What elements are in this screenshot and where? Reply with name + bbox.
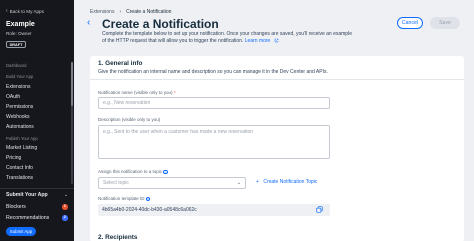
sidebar-item-translations[interactable]: Translations [6, 175, 33, 181]
submit-your-app-toggle[interactable]: Submit Your App [6, 192, 48, 198]
blockers-count-badge: 1 [62, 204, 68, 210]
recommendations-item[interactable]: Recommendations [6, 215, 49, 221]
copy-icon[interactable] [316, 206, 323, 213]
save-button[interactable]: Save [430, 17, 460, 29]
breadcrumb-extensions[interactable]: Extensions [90, 9, 114, 15]
section-title: 1. General info [98, 60, 143, 67]
plus-icon: + [256, 179, 259, 185]
notification-name-label-text: Notification name (visible only to you) [98, 90, 173, 95]
sidebar-item-webhooks[interactable]: Webhooks [6, 114, 30, 120]
info-icon[interactable]: i [163, 169, 168, 174]
sidebar-item-permissions[interactable]: Permissions [6, 104, 33, 110]
breadcrumb-separator: › [119, 9, 122, 15]
app-name: Example [6, 21, 35, 28]
section-subtitle: Give the notification an internal name a… [98, 69, 328, 75]
info-icon[interactable]: i [145, 196, 151, 201]
external-link-icon[interactable] [274, 38, 279, 43]
description-text: Complete the template below to set up yo… [102, 31, 352, 44]
sidebar-section-publish: Publish Your App [6, 136, 38, 141]
back-label: Back to My Apps [9, 8, 44, 14]
create-topic-link[interactable]: + Create Notification Topic [256, 179, 317, 185]
user-role: Role: Owner [6, 31, 32, 36]
page-description: Complete the template below to set up yo… [102, 31, 354, 44]
submit-app-button[interactable]: Submit App [6, 227, 36, 236]
blockers-item[interactable]: Blockers [6, 204, 26, 210]
cancel-button[interactable]: Cancel [397, 17, 423, 29]
breadcrumb: Extensions › Create a Notification [90, 9, 171, 15]
sidebar: ‹ Back to My Apps Example Role: Owner DR… [0, 0, 74, 241]
topic-label: Assign this notification to a topic i [98, 169, 168, 174]
recommendations-count-badge: 2 [62, 215, 68, 221]
sidebar-scroll-thumb[interactable] [71, 62, 73, 106]
topic-label-text: Assign this notification to a topic [98, 169, 163, 174]
section-divider [90, 79, 464, 80]
status-badge: DRAFT [6, 41, 26, 48]
sidebar-item-contact-info[interactable]: Contact Info [6, 165, 33, 171]
learn-more-link[interactable]: Learn more [245, 38, 271, 44]
sidebar-item-oauth[interactable]: OAuth [6, 94, 20, 100]
sidebar-item-dashboard[interactable]: Dashboard [6, 63, 27, 68]
recipients-card [90, 230, 464, 241]
sidebar-divider [0, 188, 74, 189]
breadcrumb-current: Create a Notification [126, 9, 172, 15]
sidebar-item-extensions[interactable]: Extensions [6, 84, 30, 90]
back-arrow-icon[interactable]: ‹ [87, 17, 90, 28]
topic-select[interactable]: Select topic ⌄ [98, 177, 246, 189]
template-id-label-text: Notification template ID [98, 196, 145, 201]
topic-select-value: Select topic [103, 180, 129, 186]
chevron-down-icon[interactable]: ⌄ [64, 192, 68, 198]
required-marker: * [173, 90, 176, 95]
sidebar-item-automations[interactable]: Automations [6, 124, 34, 130]
description-label: Description (visible only to you) [98, 117, 161, 122]
back-to-apps-link[interactable]: ‹ Back to My Apps [6, 8, 44, 14]
description-textarea[interactable]: e.g., Sent to the user when a customer h… [98, 125, 330, 159]
template-id-label: Notification template ID i [98, 196, 151, 201]
template-id-field: 4b65a4b0-2024-40dc-b430-a0548c6a062c [98, 204, 330, 216]
sidebar-item-market-listing[interactable]: Market Listing [6, 145, 37, 151]
chevron-down-icon: ⌄ [236, 180, 241, 186]
notification-name-label: Notification name (visible only to you) … [98, 90, 176, 95]
chevron-left-icon: ‹ [6, 8, 8, 14]
sidebar-item-pricing[interactable]: Pricing [6, 155, 21, 161]
page-title: Create a Notification [102, 17, 219, 31]
sidebar-section-build: Build Your App [6, 74, 34, 79]
recipients-section-title: 2. Recipients [98, 234, 138, 241]
notification-name-input[interactable]: e.g., New reservation [98, 97, 330, 109]
create-topic-label: Create Notification Topic [263, 179, 318, 185]
